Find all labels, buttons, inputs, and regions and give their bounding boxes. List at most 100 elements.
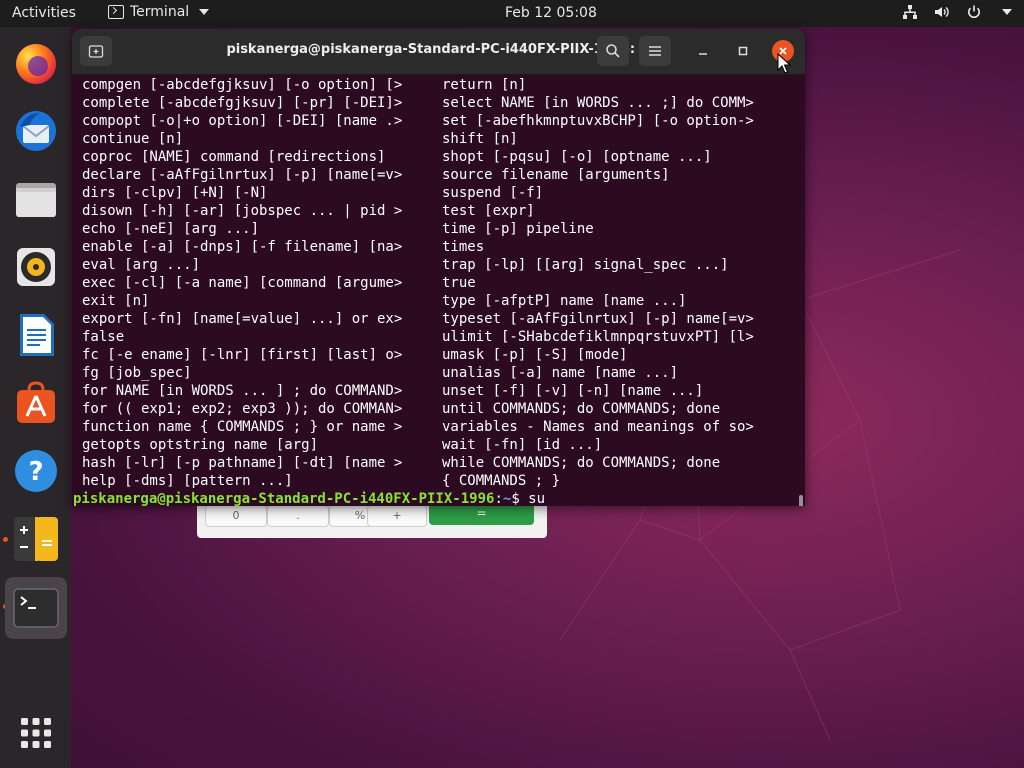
output-line-right: suspend [-f] — [442, 185, 544, 201]
clock[interactable]: Feb 12 05:08 — [505, 5, 597, 21]
typed-command: su — [528, 491, 546, 506]
hamburger-menu-icon — [649, 46, 661, 56]
output-line-left: export [-fn] [name[=value] ...] or ex> — [82, 311, 403, 327]
output-line-left: exec [-cl] [-a name] [command [argume> — [82, 275, 403, 291]
output-line-left: echo [-neE] [arg ...] — [82, 221, 260, 237]
output-line-right: true — [442, 275, 476, 291]
system-tray[interactable] — [902, 4, 1012, 20]
new-tab-button[interactable] — [80, 36, 112, 66]
output-line-left: disown [-h] [-ar] [jobspec ... | pid > — [82, 203, 403, 219]
output-line-left: enable [-a] [-dnps] [-f filename] [na> — [82, 239, 403, 255]
prompt-line[interactable]: piskanerga@piskanerga-Standard-PC-i440FX… — [73, 490, 545, 506]
minimize-icon — [699, 53, 707, 55]
chevron-down-icon — [1002, 9, 1012, 15]
output-line-left: compopt [-o|+o option] [-DEI] [name .> — [82, 113, 403, 129]
output-line-right: unset [-f] [-v] [-n] [name ...] — [442, 383, 704, 399]
output-line-right: type [-afptP] name [name ...] — [442, 293, 687, 309]
output-line-left: for (( exp1; exp2; exp3 )); do COMMAN> — [82, 401, 403, 417]
output-line-right: while COMMANDS; do COMMANDS; done — [442, 455, 721, 471]
show-applications-button[interactable] — [8, 705, 64, 761]
dock-thunderbird[interactable] — [8, 103, 64, 159]
output-line-right: variables - Names and meanings of so> — [442, 419, 754, 435]
rhythmbox-icon — [17, 248, 55, 286]
output-line-left: compgen [-abcdefgjksuv] [-o option] [> — [82, 77, 403, 93]
output-line-right: return [n] — [442, 77, 527, 93]
output-line-left: function name { COMMANDS ; } or name > — [82, 419, 403, 435]
output-line-right: times — [442, 239, 485, 255]
output-line-left: getopts optstring name [arg] — [82, 437, 319, 453]
calc-key-plus[interactable]: + — [367, 505, 427, 527]
menu-button[interactable] — [639, 36, 671, 66]
help-icon: ? — [15, 450, 57, 492]
output-line-right: select NAME [in WORDS ... ;] do COMM> — [442, 95, 754, 111]
calc-key-0[interactable]: 0 — [205, 505, 267, 527]
app-menu[interactable]: Terminal — [108, 4, 210, 20]
terminal-icon — [108, 5, 124, 19]
output-line-right: umask [-p] [-S] [mode] — [442, 347, 628, 363]
output-line-right: set [-abefhkmnptuvxBCHP] [-o option-> — [442, 113, 754, 129]
dock-rhythmbox[interactable] — [8, 239, 64, 295]
output-line-left: false — [82, 329, 125, 345]
output-line-left: help [-dms] [pattern ...] — [82, 473, 293, 489]
mouse-pointer-icon — [777, 53, 791, 74]
firefox-icon — [16, 44, 56, 84]
chevron-down-icon — [199, 9, 210, 15]
output-line-right: trap [-lp] [[arg] signal_spec ...] — [442, 257, 729, 273]
thunderbird-icon — [16, 111, 56, 151]
terminal-titlebar[interactable]: piskanerga@piskanerga-Standard-PC-i440FX… — [72, 29, 805, 75]
output-line-left: hash [-lr] [-p pathname] [-dt] [name > — [82, 455, 403, 471]
output-line-right: shift [n] — [442, 131, 518, 147]
maximize-button[interactable] — [732, 40, 754, 62]
dock: ? — [0, 27, 71, 768]
search-button[interactable] — [597, 36, 629, 66]
output-line-right: typeset [-aAfFgilnrtux] [-p] name[=v> — [442, 311, 754, 327]
output-line-left: declare [-aAfFgilnrtux] [-p] [name[=v> — [82, 167, 403, 183]
dock-terminal[interactable] — [5, 577, 67, 639]
output-line-left: coproc [NAME] command [redirections] — [82, 149, 386, 165]
calc-key-decimal[interactable]: . — [267, 505, 329, 527]
prompt-symbol: $ — [511, 491, 529, 506]
dock-writer[interactable] — [8, 307, 64, 363]
output-line-right: { COMMANDS ; } — [442, 473, 561, 489]
activities-button[interactable]: Activities — [12, 5, 76, 21]
dock-help[interactable]: ? — [8, 443, 64, 499]
terminal-output[interactable]: compgen [-abcdefgjksuv] [-o option] [> co… — [72, 75, 805, 506]
terminal-window[interactable]: piskanerga@piskanerga-Standard-PC-i440FX… — [72, 29, 805, 506]
minimize-button[interactable] — [692, 40, 714, 62]
dock-calculator[interactable] — [8, 511, 64, 567]
prompt-separator: : — [494, 491, 503, 506]
dock-firefox[interactable] — [8, 35, 64, 91]
software-center-icon — [17, 381, 55, 423]
prompt-user: piskanerga@piskanerga-Standard-PC-i440FX… — [73, 491, 495, 506]
output-line-left: continue [n] — [82, 131, 184, 147]
files-icon — [16, 183, 56, 217]
search-icon — [606, 44, 620, 58]
terminal-icon — [13, 588, 59, 628]
output-line-left: eval [arg ...] — [82, 257, 201, 273]
top-bar: Activities Terminal Feb 12 05:08 — [0, 0, 1024, 27]
maximize-icon — [738, 46, 748, 56]
network-icon — [903, 5, 917, 19]
output-line-right: wait [-fn] [id ...] — [442, 437, 603, 453]
dock-files[interactable] — [8, 171, 64, 227]
output-line-right: shopt [-pqsu] [-o] [optname ...] — [442, 149, 712, 165]
svg-text:?: ? — [28, 457, 43, 487]
output-line-left: fc [-e ename] [-lnr] [first] [last] o> — [82, 347, 403, 363]
dock-software[interactable] — [8, 375, 64, 431]
volume-icon — [935, 6, 949, 18]
output-line-right: test [expr] — [442, 203, 535, 219]
calculator-icon — [14, 517, 58, 561]
libreoffice-writer-icon — [20, 314, 54, 356]
output-line-left: dirs [-clpv] [+N] [-N] — [82, 185, 268, 201]
output-line-left: for NAME [in WORDS ... ] ; do COMMAND> — [82, 383, 403, 399]
app-menu-label: Terminal — [130, 4, 190, 20]
new-tab-icon — [88, 45, 104, 58]
output-line-left: exit [n] — [82, 293, 150, 309]
output-line-right: until COMMANDS; do COMMANDS; done — [442, 401, 721, 417]
calc-key-equals[interactable]: = — [429, 503, 534, 525]
terminal-scrollbar[interactable] — [799, 495, 803, 506]
output-line-right: ulimit [-SHabcdefiklmnpqrstuvxPT] [l> — [442, 329, 754, 345]
show-applications-icon — [21, 718, 51, 748]
power-icon — [968, 5, 980, 19]
output-line-right: source filename [arguments] — [442, 167, 670, 183]
